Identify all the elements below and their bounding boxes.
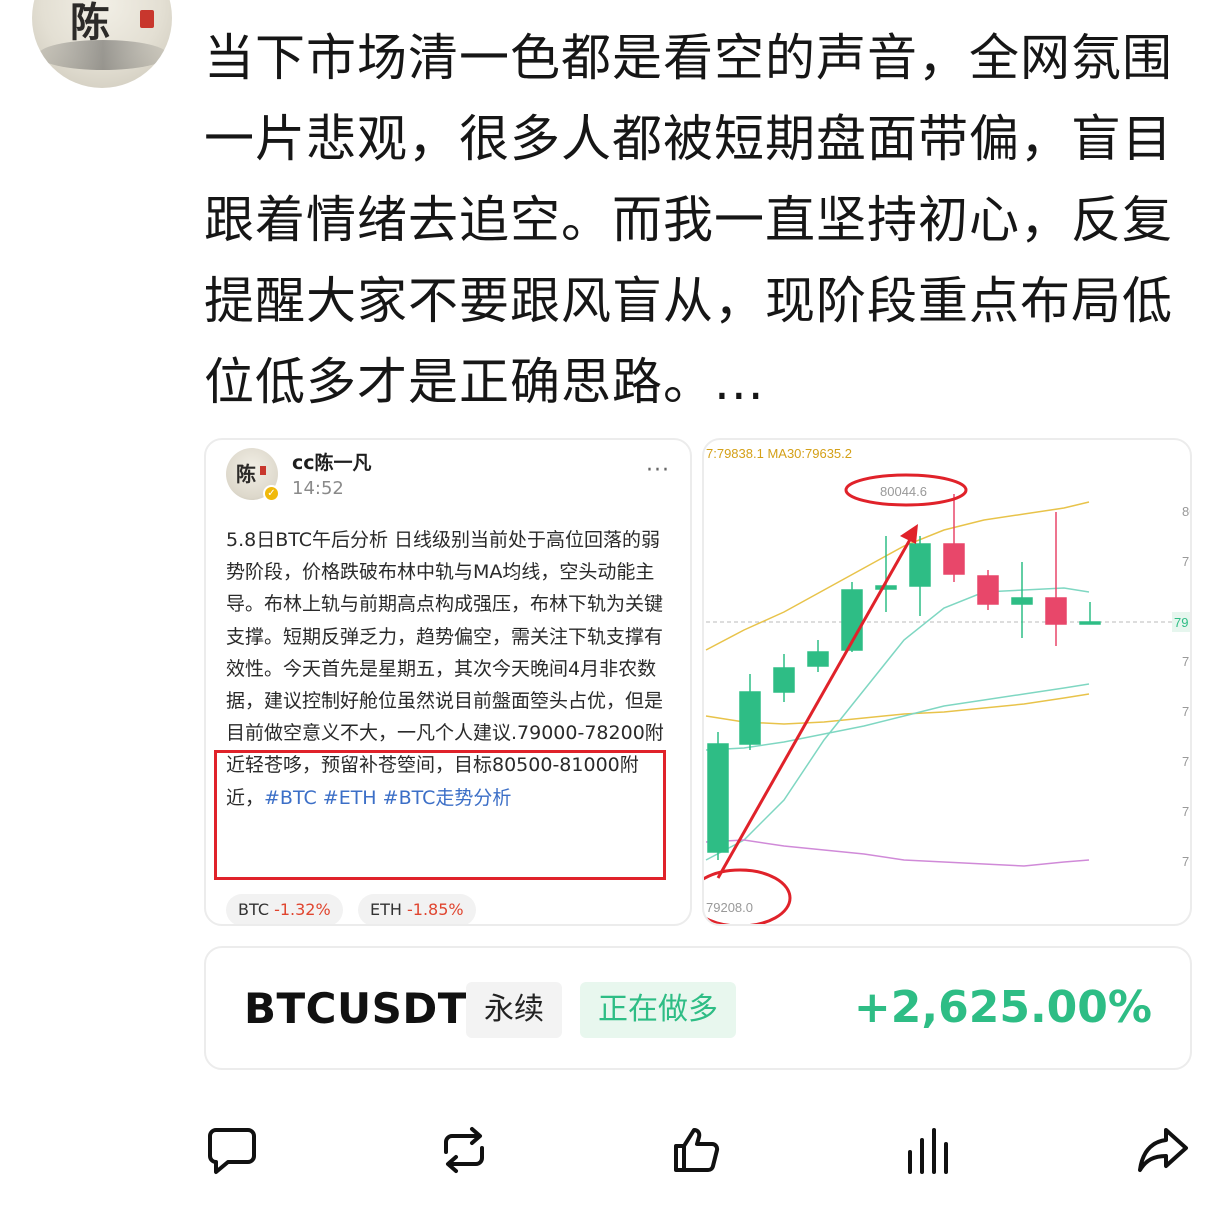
axis-label-1: 80 (1182, 504, 1192, 519)
chip-eth-symbol: ETH (370, 900, 402, 919)
chip-btc-change: -1.32% (274, 900, 331, 919)
axis-label-5: 79 (1182, 754, 1192, 769)
pnl-value: +2,625.00% (853, 982, 1152, 1033)
bollinger-lower (705, 839, 1090, 867)
high-label: 80044.6 (880, 484, 927, 499)
embedded-author-name: cc陈一凡 (292, 452, 372, 474)
trade-symbol: BTCUSDT (244, 984, 467, 1033)
axis-label-2: 79 (1182, 554, 1192, 569)
comment-button[interactable] (204, 1122, 260, 1178)
candle (909, 543, 931, 587)
chip-eth: ETH -1.85% (358, 894, 476, 924)
embedded-post-image[interactable]: 陈 ✓ cc陈一凡 14:52 ··· 5.8日BTC午后分析 日线级别当前处于… (204, 438, 692, 926)
ma-header: 7:79838.1 MA30:79635.2 (706, 446, 852, 461)
embedded-avatar-seal (260, 466, 266, 475)
stats-icon (908, 1128, 948, 1174)
axis-label-3: 79 (1182, 654, 1192, 669)
axis-label-6: 79 (1182, 804, 1192, 819)
author-avatar[interactable]: 陈 (32, 0, 172, 88)
avatar-seal (140, 10, 154, 28)
stats-button[interactable] (900, 1122, 956, 1178)
like-button[interactable] (668, 1122, 724, 1178)
comment-icon (208, 1128, 256, 1174)
candle (1079, 621, 1101, 625)
chip-btc-symbol: BTC (238, 900, 269, 919)
ma7-line (705, 587, 1090, 861)
green-candles (707, 536, 1101, 860)
avatar-brush (38, 40, 168, 70)
axis-label-4: 79 (1182, 704, 1192, 719)
candle (1045, 597, 1067, 625)
bollinger-mid (705, 683, 1090, 751)
trade-position-card[interactable]: BTCUSDT 永续 正在做多 +2,625.00% (204, 946, 1192, 1070)
share-button[interactable] (1134, 1122, 1190, 1178)
candle-chart: 7:79838.1 MA30:79635.2 79 80 79 79 79 79… (704, 446, 1192, 924)
low-circle (704, 868, 792, 924)
verified-icon: ✓ (263, 485, 280, 502)
contract-type-badge: 永续 (466, 982, 562, 1038)
candle (739, 691, 761, 745)
candle (943, 543, 965, 575)
more-icon: ··· (646, 458, 670, 483)
price-tag-text: 79 (1174, 615, 1188, 630)
low-label: 79208.0 (706, 900, 753, 915)
chip-eth-change: -1.85% (407, 900, 464, 919)
bollinger-upper (705, 501, 1090, 651)
embedded-post-time: 14:52 (292, 478, 344, 499)
repost-icon (444, 1127, 484, 1173)
position-status-badge: 正在做多 (580, 982, 736, 1038)
repost-button[interactable] (436, 1122, 492, 1178)
like-icon (674, 1128, 720, 1172)
share-icon (1138, 1128, 1188, 1172)
embedded-avatar-glyph: 陈 (236, 462, 256, 486)
chart-image[interactable]: 7:79838.1 MA30:79635.2 79 80 79 79 79 79… (702, 438, 1192, 926)
candle (977, 575, 999, 605)
candle (1011, 597, 1033, 605)
chip-btc: BTC -1.32% (226, 894, 343, 924)
candle (707, 743, 729, 853)
candle (773, 667, 795, 693)
candle (875, 585, 897, 590)
highlight-box (214, 750, 666, 880)
axis-label-7: 79 (1182, 854, 1192, 869)
post-text[interactable]: 当下市场清一色都是看空的声音，全网氛围一片悲观，很多人都被短期盘面带偏，盲目跟着… (204, 18, 1194, 423)
ma-line (705, 693, 1090, 725)
candle (807, 651, 829, 667)
